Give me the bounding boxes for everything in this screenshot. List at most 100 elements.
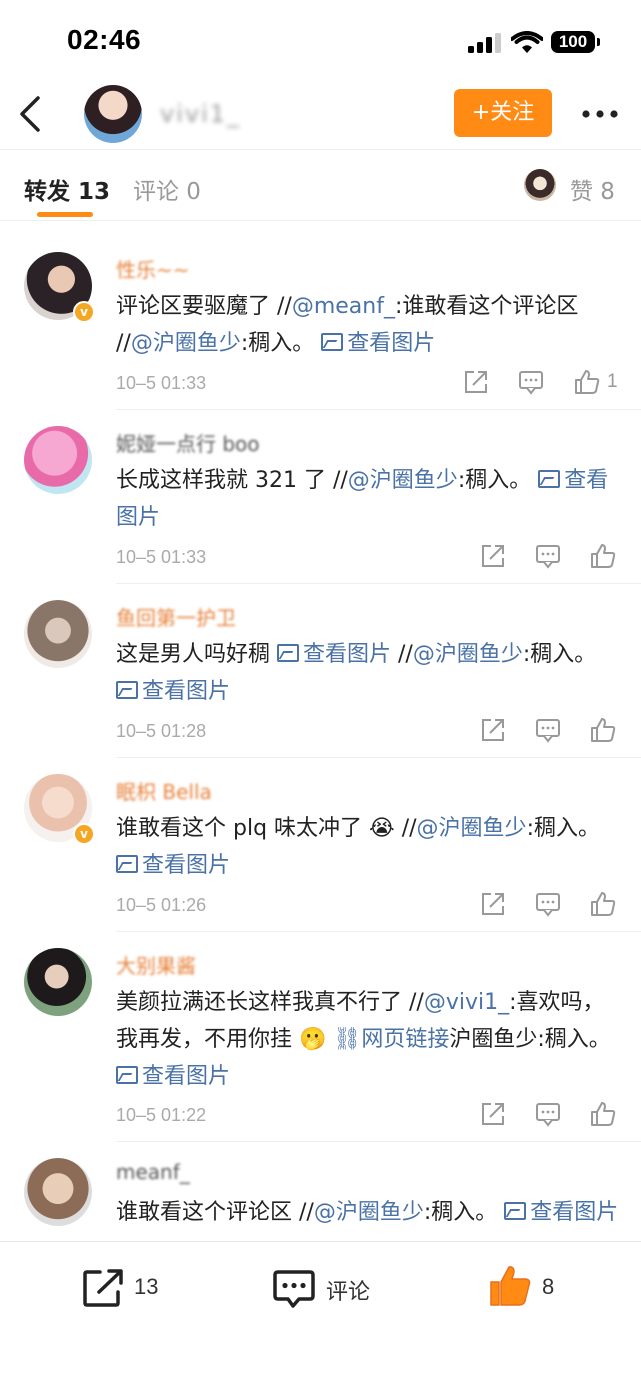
mention-link[interactable]: @沪圈鱼少 [314,1200,424,1225]
chevron-left-icon[interactable] [16,94,46,134]
image-icon [504,1202,527,1220]
view-image-link[interactable]: 查看图片 [116,1064,230,1089]
avatar[interactable] [24,1158,92,1226]
image-icon [538,470,561,488]
bottom-action-bar: 13 评论 8 [0,1241,641,1387]
active-tab-indicator [37,212,93,217]
verified-badge-icon: v [73,823,95,845]
repost-text: :稠入。 [240,331,315,356]
comment-icon[interactable] [535,717,561,743]
repost-button[interactable]: 13 [82,1264,172,1314]
thumbs-up-icon[interactable] [590,543,616,569]
comment-button[interactable]: 评论 [272,1264,382,1314]
user-name[interactable]: 眠枳 Bella [116,776,212,805]
user-name[interactable]: 性乐~~ [116,254,190,283]
repost-content: 长成这样我就 321 了 //@沪圈鱼少:稠入。 查看图片 [116,462,621,536]
mention-link[interactable]: @meanf_ [292,294,395,319]
status-bar: 02:46 100 [0,0,641,80]
view-image-link[interactable]: 查看图片 [504,1200,618,1225]
avatar[interactable] [24,948,92,1016]
share-icon[interactable] [480,891,506,917]
like-count: 1 [607,371,618,392]
verified-badge-icon: v [73,301,95,323]
battery-icon: 100 [551,31,595,53]
share-icon [83,1269,123,1307]
avatar[interactable] [24,426,92,494]
repost-text: 美颜拉满还长这样我真不行了 // [116,990,424,1015]
timestamp: 10–5 01:22 [116,1105,207,1125]
status-time: 02:46 [67,24,142,55]
user-name[interactable]: 大别果酱 [116,950,196,979]
list-item[interactable]: meanf_ 谁敢看这个评论区 //@沪圈鱼少:稠入。 查看图片 [0,1142,641,1241]
comment-icon[interactable] [535,1101,561,1127]
tab-likes[interactable]: 赞 8 [570,172,615,206]
mention-link[interactable]: @沪圈鱼少 [348,468,458,493]
image-icon [277,644,299,662]
like-button[interactable]: 8 [488,1264,568,1314]
repost-content: 美颜拉满还长这样我真不行了 //@vivi1_:喜欢吗，我再发，不用你挂 🫢 ⛓… [116,984,621,1095]
tab-repost[interactable]: 转发 13 [24,172,110,206]
like-count: 8 [542,1274,555,1299]
share-icon[interactable] [480,1101,506,1127]
image-icon [116,855,138,873]
profile-header: vivi1_ +关注 [0,80,641,150]
repost-content: 这是男人吗好稠 查看图片 //@沪圈鱼少:稠入。 查看图片 [116,636,621,710]
share-icon[interactable] [480,717,506,743]
avatar[interactable] [84,85,142,143]
image-icon [321,333,344,351]
liker-avatar[interactable] [524,169,556,201]
mention-link[interactable]: @vivi1_ [424,990,509,1015]
repost-text: :稠入。 [526,816,600,841]
battery-tip [597,38,600,46]
timestamp: 10–5 01:33 [116,547,207,567]
tab-comment[interactable]: 评论 0 [133,172,201,206]
follow-button[interactable]: +关注 [454,89,552,137]
mention-link[interactable]: @沪圈鱼少 [413,642,523,667]
repost-count: 13 [134,1274,159,1299]
thumbs-up-icon[interactable] [574,369,600,395]
repost-text: :稠入。 [522,642,597,667]
repost-text: 这是男人吗好稠 [116,642,277,667]
share-icon[interactable] [463,369,489,395]
comment-icon[interactable] [518,369,544,395]
avatar[interactable] [24,600,92,668]
repost-text: 评论区要驱魔了 // [116,294,292,319]
image-icon [116,681,138,699]
repost-text: 谁敢看这个评论区 // [116,1200,314,1225]
thumbs-up-icon[interactable] [590,1101,616,1127]
more-dots-icon[interactable] [580,104,620,124]
thumbs-up-icon [490,1266,531,1306]
repost-text: // [391,642,413,667]
mention-link[interactable]: @沪圈鱼少 [417,816,527,841]
timestamp: 10–5 01:26 [116,895,207,915]
timestamp: 10–5 01:33 [116,373,207,393]
repost-content: 谁敢看这个 plq 味太冲了 😭 //@沪圈鱼少:稠入。 查看图片 [116,810,621,884]
image-icon [116,1066,138,1084]
divider [0,220,641,221]
list-item[interactable]: v 眠枳 Bella 谁敢看这个 plq 味太冲了 😭 //@沪圈鱼少:稠入。 … [0,758,641,932]
comment-icon[interactable] [535,891,561,917]
view-image-link[interactable]: 查看图片 [116,853,230,878]
thumbs-up-icon[interactable] [590,717,616,743]
web-link[interactable]: ⛓网页链接 [333,1027,449,1052]
wifi-icon [511,31,543,53]
repost-content: 评论区要驱魔了 //@meanf_:谁敢看这个评论区 //@沪圈鱼少:稠入。 查… [116,288,621,362]
thumbs-up-icon[interactable] [590,891,616,917]
view-image-link[interactable]: 查看图片 [116,679,230,704]
tab-bar: 转发 13 评论 0 赞 8 [0,150,641,222]
user-name[interactable]: vivi1_ [160,100,241,128]
comment-icon[interactable] [535,543,561,569]
list-item[interactable]: v 性乐~~ 评论区要驱魔了 //@meanf_:谁敢看这个评论区 //@沪圈鱼… [0,222,641,410]
view-image-link[interactable]: 查看图片 [277,642,391,667]
mention-link[interactable]: @沪圈鱼少 [131,331,241,356]
user-name[interactable]: 鱼回第一护卫 [116,602,236,631]
list-item[interactable]: 鱼回第一护卫 这是男人吗好稠 查看图片 //@沪圈鱼少:稠入。 查看图片 10–… [0,584,641,758]
share-icon[interactable] [480,543,506,569]
repost-text: :稠入。 [457,468,532,493]
user-name[interactable]: 妮娅一点行 boo [116,428,260,457]
user-name[interactable]: meanf_ [116,1160,190,1184]
list-item[interactable]: 大别果酱 美颜拉满还长这样我真不行了 //@vivi1_:喜欢吗，我再发，不用你… [0,932,641,1142]
list-item[interactable]: 妮娅一点行 boo 长成这样我就 321 了 //@沪圈鱼少:稠入。 查看图片 … [0,410,641,584]
repost-text: :稠入。 [423,1200,498,1225]
view-image-link[interactable]: 查看图片 [321,331,435,356]
